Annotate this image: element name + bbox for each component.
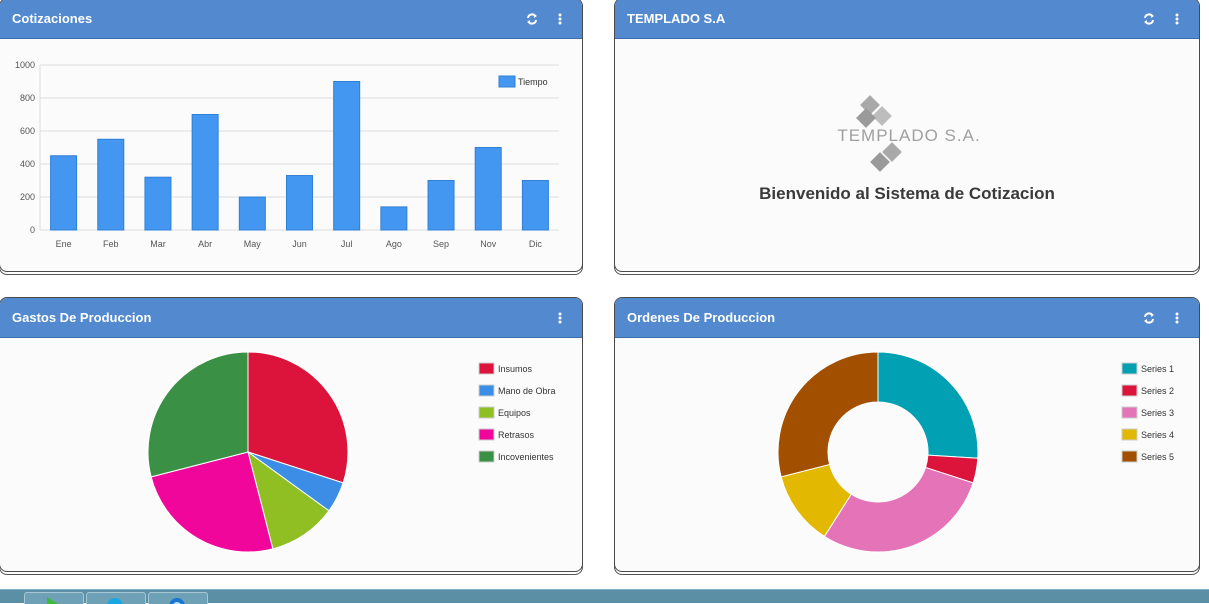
legend-label: Retrasos <box>498 430 535 440</box>
taskbar-app-button[interactable] <box>24 592 84 604</box>
y-tick-label: 1000 <box>15 60 35 70</box>
legend-swatch <box>478 406 495 419</box>
taskbar-app-button[interactable] <box>86 592 146 604</box>
x-tick-label: Feb <box>103 239 119 249</box>
legend-swatch <box>478 362 495 375</box>
panel-body: TEMPLADO S.A. Bienvenido al Sistema de C… <box>615 39 1199 271</box>
bar <box>191 114 219 231</box>
legend-swatch <box>1121 406 1138 419</box>
y-tick-label: 600 <box>20 126 35 136</box>
templado-logo: TEMPLADO S.A. <box>837 95 980 172</box>
x-tick-label: Ago <box>386 239 402 249</box>
legend-swatch <box>478 450 495 463</box>
vertical-ellipsis-icon[interactable] <box>550 308 570 328</box>
legend-label: Insumos <box>498 364 533 374</box>
donut-chart: Series 1 Series 2 Series 3 Series 4 Series 5 <box>777 351 1174 553</box>
panel-title: TEMPLADO S.A <box>627 11 726 26</box>
bar <box>97 138 125 231</box>
bar <box>380 206 408 231</box>
bar <box>427 180 455 231</box>
legend-swatch <box>1121 428 1138 441</box>
refresh-icon[interactable] <box>1139 9 1159 29</box>
panel-header: Gastos De Produccion <box>0 298 582 338</box>
vertical-ellipsis-icon[interactable] <box>1167 9 1187 29</box>
y-tick-label: 200 <box>20 192 35 202</box>
panel-title: Cotizaciones <box>12 11 93 26</box>
legend-label: Equipos <box>498 408 531 418</box>
panel-title: Ordenes De Produccion <box>627 310 776 325</box>
legend-label: Series 5 <box>1141 452 1174 462</box>
templado-panel: TEMPLADO S.A TEMPLADO S.A. Bienvenido al… <box>614 0 1200 272</box>
panel-header: TEMPLADO S.A <box>615 0 1199 39</box>
x-tick-label: Ene <box>56 239 72 249</box>
legend-swatch <box>498 75 516 88</box>
logo-text: TEMPLADO S.A. <box>837 126 980 145</box>
legend-label: Tiempo <box>518 77 548 87</box>
panel-body: Insumos Mano de Obra Equipos Retrasos Incove… <box>0 338 582 571</box>
legend-label: Series 2 <box>1141 386 1174 396</box>
panel-header: Ordenes De Produccion <box>615 298 1199 338</box>
vertical-ellipsis-icon[interactable] <box>550 9 570 29</box>
bar <box>474 147 502 231</box>
legend-label: Series 3 <box>1141 408 1174 418</box>
pie-chart: Insumos Mano de Obra Equipos Retrasos Incove… <box>147 351 556 553</box>
x-tick-label: Abr <box>198 239 212 249</box>
legend-label: Incovenientes <box>498 452 554 462</box>
bar <box>50 155 78 231</box>
legend-label: Series 4 <box>1141 430 1174 440</box>
x-tick-label: Jul <box>341 239 353 249</box>
legend-swatch <box>1121 384 1138 397</box>
x-tick-label: May <box>244 239 262 249</box>
taskbar-app-button[interactable] <box>148 592 208 604</box>
panel-title: Gastos De Produccion <box>12 310 152 325</box>
slice <box>823 466 974 553</box>
refresh-icon[interactable] <box>1139 308 1159 328</box>
x-tick-label: Dic <box>529 239 542 249</box>
bar <box>333 81 361 231</box>
legend-label: Series 1 <box>1141 364 1174 374</box>
bar <box>144 176 172 231</box>
panel-body: Series 1 Series 2 Series 3 Series 4 Series 5 <box>615 338 1199 571</box>
legend-swatch <box>1121 362 1138 375</box>
taskbar <box>0 589 1209 604</box>
bar <box>521 180 549 231</box>
legend-swatch <box>478 384 495 397</box>
bar <box>238 196 266 231</box>
gastos-panel: Gastos De Produccion Insumos Mano de Obra… <box>0 297 583 572</box>
x-tick-label: Sep <box>433 239 449 249</box>
bar <box>286 175 313 231</box>
y-tick-label: 800 <box>20 93 35 103</box>
welcome-message: Bienvenido al Sistema de Cotizacion <box>759 184 1055 203</box>
legend-label: Mano de Obra <box>498 386 556 396</box>
cotizaciones-panel: Cotizaciones 0 200 400 600 800 1000 Ene Feb Mar A… <box>0 0 583 272</box>
panel-body: 0 200 400 600 800 1000 Ene Feb Mar Abr May Jun Jul Ag… <box>0 39 582 271</box>
y-tick-label: 400 <box>20 159 35 169</box>
x-tick-label: Nov <box>480 239 497 249</box>
slice <box>777 351 879 478</box>
legend-swatch <box>1121 450 1138 463</box>
legend-swatch <box>478 428 495 441</box>
refresh-icon[interactable] <box>522 9 542 29</box>
x-tick-label: Mar <box>150 239 166 249</box>
panel-header: Cotizaciones <box>0 0 582 39</box>
slice <box>877 351 979 459</box>
vertical-ellipsis-icon[interactable] <box>1167 308 1187 328</box>
ordenes-panel: Ordenes De Produccion Series 1 Series 2 Se… <box>614 297 1200 572</box>
y-tick-label: 0 <box>30 225 35 235</box>
x-tick-label: Jun <box>292 239 307 249</box>
bar-chart: 0 200 400 600 800 1000 Ene Feb Mar Abr May Jun Jul Ag… <box>15 60 559 249</box>
